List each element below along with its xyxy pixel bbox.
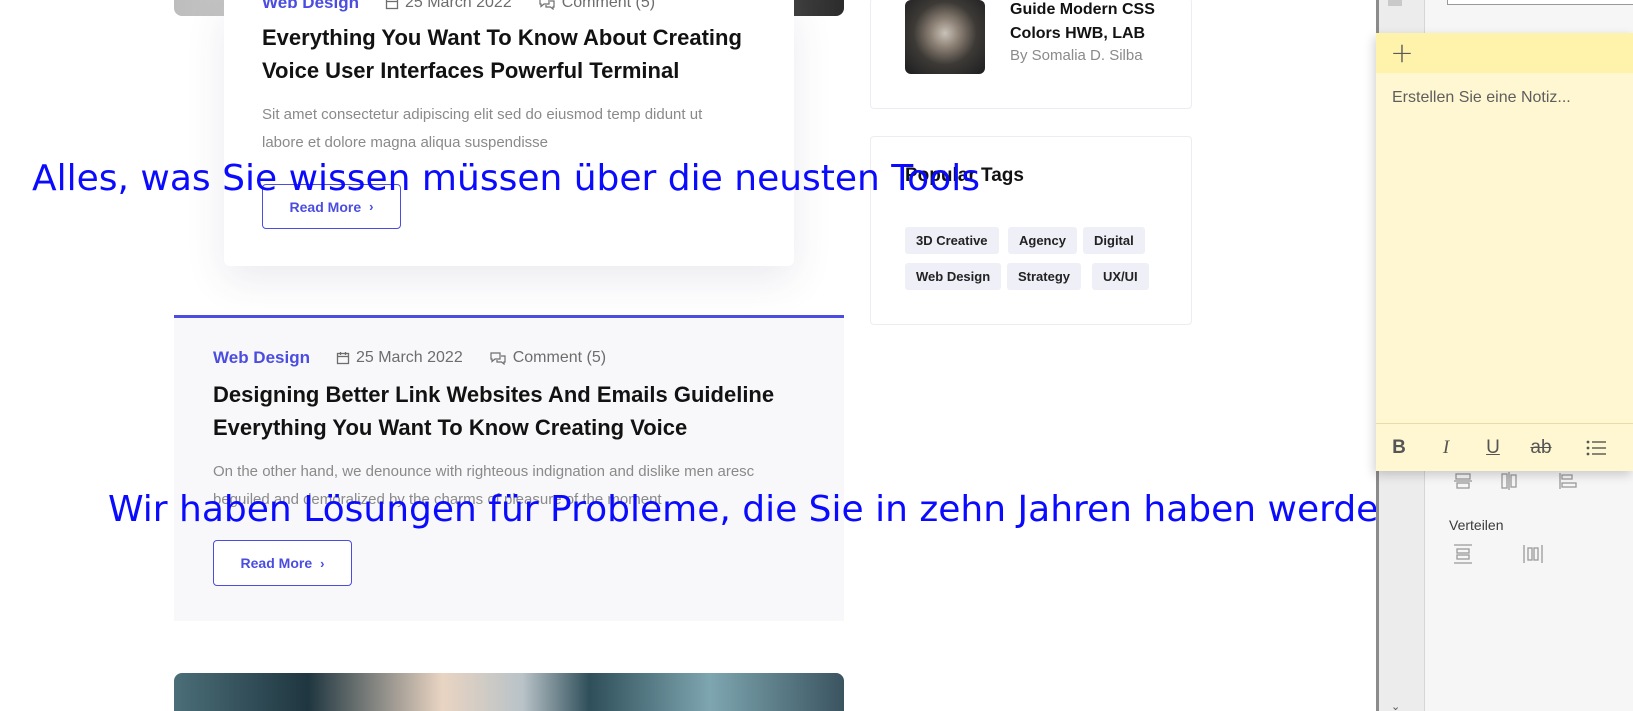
recent-post-title-link[interactable]: Guide Modern CSS Colors HWB, LAB — [1010, 0, 1200, 46]
recent-post-title-line: Guide Modern CSS — [1010, 1, 1155, 18]
overlay-headline: Alles, was Sie wissen müssen über die ne… — [32, 158, 980, 199]
recent-post-author: By Somalia D. Silba — [1010, 47, 1143, 64]
tag-strategy[interactable]: Strategy — [1007, 263, 1082, 290]
post-title-link[interactable]: Everything You Want To Know About Creati… — [262, 21, 782, 87]
recent-post-thumbnail[interactable] — [905, 0, 985, 74]
read-more-label: Read More — [240, 555, 313, 571]
read-more-label: Read More — [289, 198, 362, 215]
italic-button[interactable]: I — [1429, 432, 1463, 464]
note-format-toolbar: B I U ab — [1376, 423, 1633, 471]
read-more-button[interactable]: Read More › — [213, 540, 352, 586]
post-date-text: 25 March 2022 — [355, 349, 463, 366]
tag-digital[interactable]: Digital — [1083, 227, 1145, 254]
scroll-down-arrow-icon[interactable]: ⌄ — [1391, 700, 1400, 711]
recent-post-title-line: Colors HWB, LAB — [1010, 25, 1146, 42]
tag-agency[interactable]: Agency — [1008, 227, 1077, 254]
post-date-text: 25 March 2022 — [404, 0, 512, 11]
calendar-icon — [336, 352, 350, 365]
chevron-right-icon: › — [320, 555, 325, 571]
align-left-icon[interactable] — [1557, 470, 1579, 497]
comment-icon — [539, 0, 555, 10]
chevron-right-icon: › — [369, 199, 374, 214]
bullet-list-icon[interactable] — [1579, 432, 1613, 464]
add-note-icon[interactable]: + — [1386, 35, 1418, 69]
align-center-vertical-icon[interactable] — [1452, 470, 1474, 497]
post-meta: Web Design 25 March 2022 Comment (5) — [262, 0, 655, 13]
post-title-link[interactable]: Designing Better Link Websites And Email… — [213, 378, 813, 444]
post-comments[interactable]: Comment (5) — [538, 0, 655, 12]
distribute-label: Verteilen — [1449, 517, 1504, 533]
post-date: 25 March 2022 — [336, 349, 463, 367]
tag-3d-creative[interactable]: 3D Creative — [905, 227, 999, 254]
overlay-subheadline: Wir haben Lösungen für Probleme, die Sie… — [108, 489, 1402, 530]
distribute-vertical-icon[interactable] — [1452, 543, 1474, 570]
align-center-horizontal-icon[interactable] — [1498, 470, 1520, 497]
scrollbar-thumb[interactable] — [1388, 0, 1402, 6]
post-category-link[interactable]: Web Design — [262, 0, 359, 13]
sticky-note-header[interactable]: + — [1376, 33, 1633, 73]
post-title-line: Voice User Interfaces Powerful Terminal — [262, 58, 680, 83]
post-comments[interactable]: Comment (5) — [489, 349, 606, 367]
tag-ux-ui[interactable]: UX/UI — [1092, 263, 1149, 290]
bold-button[interactable]: B — [1382, 432, 1416, 464]
post-excerpt-line: Sit amet consectetur adipiscing elit sed… — [262, 106, 703, 123]
post-excerpt-line: labore et dolore magna aliqua suspendiss… — [262, 134, 549, 151]
tag-web-design[interactable]: Web Design — [905, 263, 1002, 290]
post-excerpt-line: On the other hand, we denounce with righ… — [213, 463, 755, 480]
post-title-line: Everything You Want To Know Creating Voi… — [213, 415, 688, 440]
strikethrough-button[interactable]: ab — [1524, 432, 1558, 464]
post-date: 25 March 2022 — [385, 0, 512, 12]
calendar-icon — [385, 0, 399, 10]
panel-input-field[interactable] — [1447, 0, 1633, 5]
post-comments-text: Comment (5) — [561, 0, 656, 11]
post-comments-text: Comment (5) — [512, 349, 607, 366]
post-title-line: Everything You Want To Know About Creati… — [262, 25, 742, 50]
note-text-area[interactable]: Erstellen Sie eine Notiz... — [1392, 89, 1571, 107]
underline-button[interactable]: U — [1476, 432, 1510, 464]
comment-icon — [490, 352, 506, 365]
sticky-note: + Erstellen Sie eine Notiz... B I U ab — [1376, 33, 1633, 471]
post-meta: Web Design 25 March 2022 Comment (5) — [213, 348, 606, 368]
post-category-link[interactable]: Web Design — [213, 348, 310, 368]
post-title-line: Designing Better Link Websites And Email… — [213, 382, 775, 407]
post-excerpt: Sit amet consectetur adipiscing elit sed… — [262, 101, 782, 157]
post-image-bottom[interactable] — [174, 673, 844, 711]
distribute-horizontal-icon[interactable] — [1522, 543, 1544, 570]
